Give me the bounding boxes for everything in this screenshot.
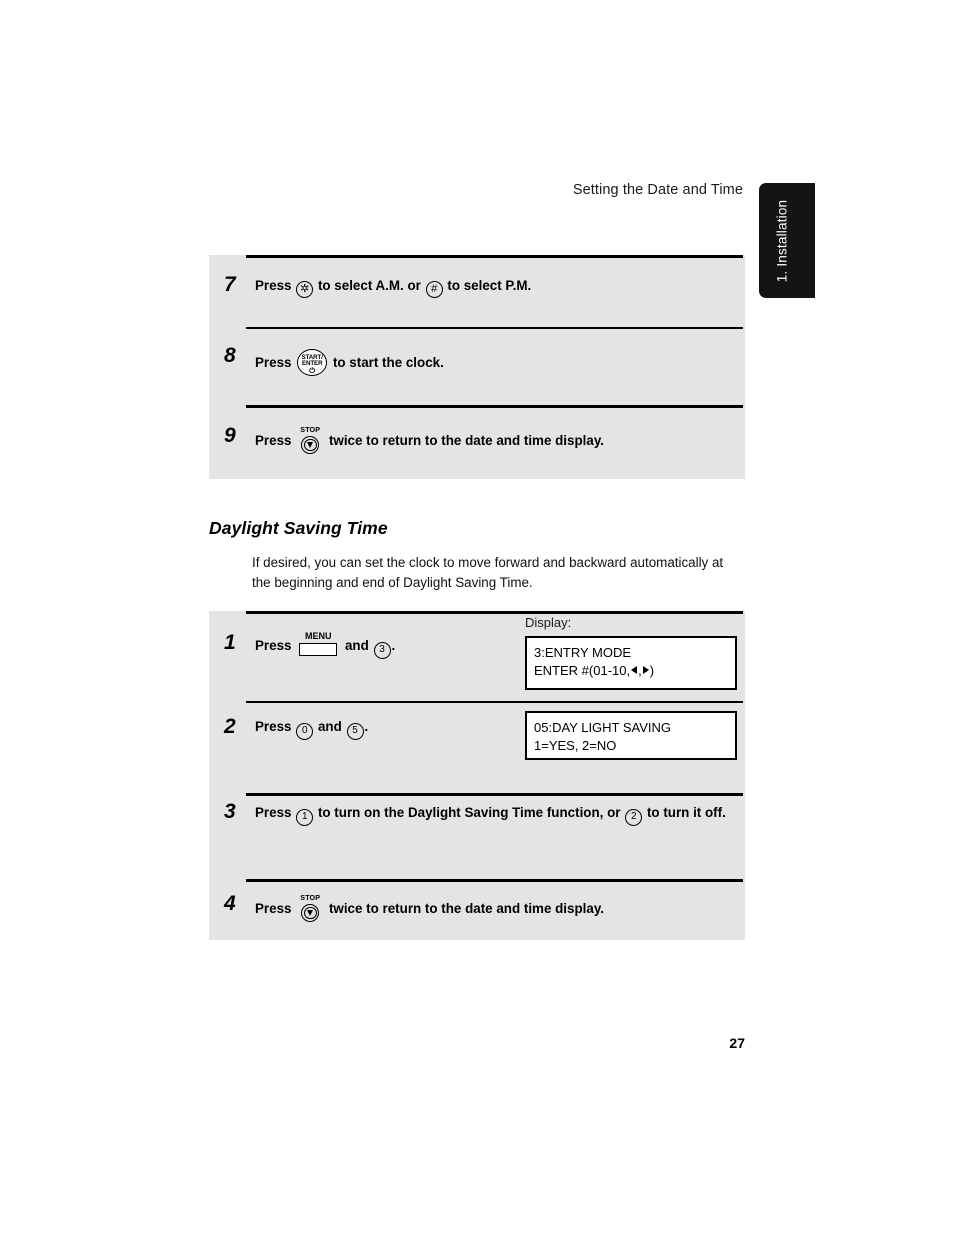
section-intro-text: If desired, you can set the clock to mov… — [252, 555, 724, 591]
display-line-1: 3:ENTRY MODE — [534, 645, 632, 660]
digit-key-5-icon[interactable]: 5 — [346, 723, 364, 740]
step-instruction: Press 0 and 5. — [255, 717, 525, 740]
menu-key-caption: MENU — [304, 631, 332, 641]
step-divider-thick — [246, 879, 743, 882]
step-number: 2 — [224, 715, 236, 738]
asterisk-key-icon[interactable]: ✲ — [296, 281, 314, 298]
procedure-panel-clock: 7 Press ✲ to select A.M. or # to select … — [209, 255, 745, 479]
step-divider-thin — [246, 327, 743, 329]
step-number: 4 — [224, 892, 236, 915]
press-label: Press — [255, 805, 292, 820]
step-instruction: Press MENU and 3. — [255, 631, 525, 659]
display-callout-daylight-saving: 05:DAY LIGHT SAVING 1=YES, 2=NO — [525, 711, 737, 760]
display-line-2: 1=YES, 2=NO — [534, 738, 617, 754]
step-number: 8 — [224, 344, 236, 367]
arrow-right-icon — [642, 666, 649, 675]
running-header: Setting the Date and Time — [572, 182, 743, 198]
step-divider-thin — [246, 701, 743, 703]
press-label: Press — [255, 901, 292, 916]
digit-key-3-icon[interactable]: 3 — [373, 642, 391, 659]
press-label: Press — [255, 433, 292, 448]
digit-key-1-icon[interactable]: 1 — [296, 809, 314, 826]
step-instruction: Press STOP twice to return to the date a… — [255, 425, 725, 455]
stop-key-caption: STOP — [300, 893, 321, 902]
step-divider-thick — [246, 405, 743, 408]
step-instruction: Press ✲ to select A.M. or # to select P.… — [255, 276, 725, 298]
press-label: Press — [255, 278, 292, 293]
step-text-end: to turn it off. — [646, 805, 726, 820]
step-divider-thick — [246, 255, 743, 258]
step-number: 3 — [224, 800, 236, 823]
step-text-end: twice to return to the date and time dis… — [328, 901, 604, 916]
step-text-end: twice to return to the date and time dis… — [328, 433, 604, 448]
stop-triangle-icon — [306, 441, 313, 448]
step-instruction: Press START/ ENTER ⏻ to start the clock. — [255, 349, 725, 376]
power-symbol-icon: ⏻ — [309, 365, 316, 375]
section-heading-daylight-saving-time: Daylight Saving Time — [209, 518, 388, 538]
and-label: and — [344, 638, 369, 653]
chapter-tab-label: 1. Installation — [774, 199, 790, 282]
start-enter-key-icon[interactable]: START/ ENTER ⏻ — [297, 349, 328, 376]
stop-key-icon[interactable]: STOP — [297, 893, 323, 923]
digit-key-0-icon[interactable]: 0 — [296, 723, 314, 740]
display-line-2-close: ) — [649, 663, 655, 679]
step-divider-thick — [246, 611, 743, 614]
step-text-middle: to turn on the Daylight Saving Time func… — [317, 805, 621, 820]
step-text-end: to start the clock. — [332, 355, 444, 370]
step-instruction: Press STOP twice to return to the date a… — [255, 893, 725, 923]
period: . — [364, 719, 369, 734]
press-label: Press — [255, 355, 292, 370]
step-instruction: Press 1 to turn on the Daylight Saving T… — [255, 803, 731, 826]
procedure-panel-daylight-saving: 1 Press MENU and 3. Display: 3:ENTRY MOD… — [209, 611, 745, 940]
step-text-end: to select P.M. — [447, 278, 532, 293]
display-line-2-comma: , — [638, 663, 642, 679]
arrow-left-icon — [631, 666, 638, 675]
hash-key-icon[interactable]: # — [425, 281, 443, 298]
menu-key-icon[interactable]: MENU — [298, 631, 338, 657]
step-number: 7 — [224, 273, 236, 296]
display-label: Display: — [525, 615, 572, 630]
digit-key-2-icon[interactable]: 2 — [625, 809, 643, 826]
stop-triangle-icon — [306, 909, 313, 916]
display-line-2: ENTER #(01-10,,) — [534, 662, 727, 680]
and-label: and — [317, 719, 342, 734]
step-divider-thick — [246, 793, 743, 796]
stop-key-icon[interactable]: STOP — [297, 425, 323, 455]
page-number: 27 — [729, 1035, 745, 1051]
display-line-1: 05:DAY LIGHT SAVING — [534, 720, 672, 735]
menu-key-box — [299, 643, 338, 656]
stop-key-caption: STOP — [300, 425, 321, 434]
display-callout-entry-mode: 3:ENTRY MODE ENTER #(01-10,,) — [525, 636, 737, 690]
press-label: Press — [255, 638, 292, 653]
period: . — [391, 638, 396, 653]
step-text-middle: to select A.M. or — [317, 278, 421, 293]
press-label: Press — [255, 719, 292, 734]
chapter-tab-installation: 1. Installation — [759, 183, 815, 298]
display-line-2-text: ENTER #(01-10, — [534, 663, 631, 679]
step-number: 9 — [224, 424, 236, 447]
step-number: 1 — [224, 631, 236, 654]
